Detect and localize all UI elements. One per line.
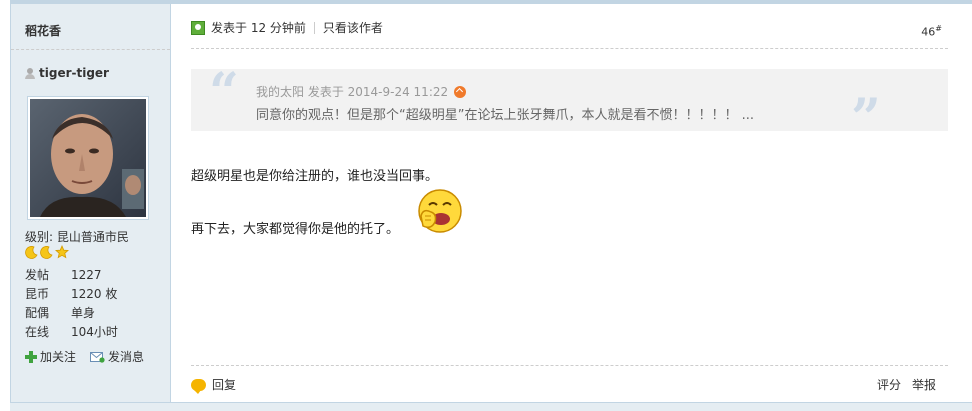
prev-author-name[interactable]: 稻花香	[25, 22, 61, 39]
floor-number[interactable]: 46#	[921, 24, 942, 39]
divider	[313, 21, 315, 34]
stat-row: 昆币 1220 枚	[25, 285, 118, 304]
send-message-button[interactable]: 发消息	[90, 348, 144, 365]
post-content: 发表于 12 分钟前 只看该作者 46# “ 我的太阳 发表于 2014-9-2…	[171, 4, 972, 402]
stat-value: 1220 枚	[71, 287, 118, 301]
report-link[interactable]: 举报	[912, 376, 936, 393]
moon-icon	[40, 246, 53, 259]
quote-close-icon: ”	[851, 88, 881, 149]
post-body-line: 超级明星也是你给注册的，谁也没当回事。	[191, 169, 439, 184]
goto-quote-icon[interactable]	[454, 85, 467, 98]
stat-value: 单身	[71, 306, 96, 320]
rank-stars	[25, 245, 69, 259]
avatar-image	[30, 99, 146, 217]
post-header: 发表于 12 分钟前 只看该作者	[191, 19, 383, 36]
prev-author-cell: 稻花香	[11, 4, 170, 50]
laugh-emoji-icon	[418, 189, 462, 233]
user-level: 级别: 昆山普通市民	[25, 230, 129, 244]
quote-open-icon: “	[209, 62, 239, 123]
online-status-icon	[191, 20, 205, 35]
quote-block: “ 我的太阳 发表于 2014-9-24 11:22 同意你的观点！但是那个“超…	[191, 62, 948, 145]
send-message-label: 发消息	[108, 350, 145, 364]
header-divider	[191, 48, 948, 49]
user-icon	[25, 67, 35, 79]
quote-meta-text: 我的太阳 发表于 2014-9-24 11:22	[256, 85, 449, 99]
stat-key: 配偶	[25, 306, 50, 320]
envelope-icon	[90, 351, 105, 363]
stat-key: 发帖	[25, 268, 50, 282]
floor-sup: #	[935, 24, 942, 33]
stat-row: 发帖 1227	[25, 266, 118, 285]
plus-icon	[25, 350, 37, 363]
follow-label: 加关注	[40, 350, 77, 364]
only-author-link[interactable]: 只看该作者	[323, 19, 383, 36]
post-actions: 评分 举报	[877, 376, 936, 393]
author-name-label[interactable]: tiger-tiger	[39, 66, 109, 80]
quote-meta: 我的太阳 发表于 2014-9-24 11:22	[256, 83, 467, 100]
stat-key: 昆币	[25, 287, 50, 301]
footer-divider	[191, 365, 948, 366]
stat-value[interactable]: 1227	[71, 266, 102, 285]
post-body-line: 再下去，大家都觉得你是他的托了。	[191, 222, 400, 237]
stat-value: 104小时	[71, 325, 118, 339]
stat-row: 在线 104小时	[25, 323, 118, 342]
rate-link[interactable]: 评分	[877, 376, 901, 393]
user-stats: 发帖 1227 昆币 1220 枚 配偶 单身 在线 104小时	[25, 266, 118, 342]
reply-label: 回复	[212, 378, 237, 392]
stat-key: 在线	[25, 325, 50, 339]
sidebar-actions: 加关注 发消息	[25, 348, 144, 365]
floor-value: 46	[921, 25, 936, 39]
reply-icon	[191, 378, 206, 394]
post-time: 发表于 12 分钟前	[211, 21, 306, 35]
moon-icon	[25, 246, 38, 259]
avatar[interactable]	[27, 96, 149, 220]
author-name[interactable]: tiger-tiger	[25, 66, 109, 80]
follow-button[interactable]: 加关注	[25, 348, 76, 365]
quote-text: 同意你的观点！但是那个“超级明星”在论坛上张牙舞爪，本人就是看不惯！！！！！ .…	[256, 108, 754, 123]
reply-button[interactable]: 回复	[191, 376, 237, 394]
stat-row: 配偶 单身	[25, 304, 118, 323]
star-icon	[55, 245, 69, 259]
author-sidebar: 稻花香 tiger-tiger 级别: 昆山普通市民 发帖 1227 昆币 12…	[10, 4, 171, 402]
